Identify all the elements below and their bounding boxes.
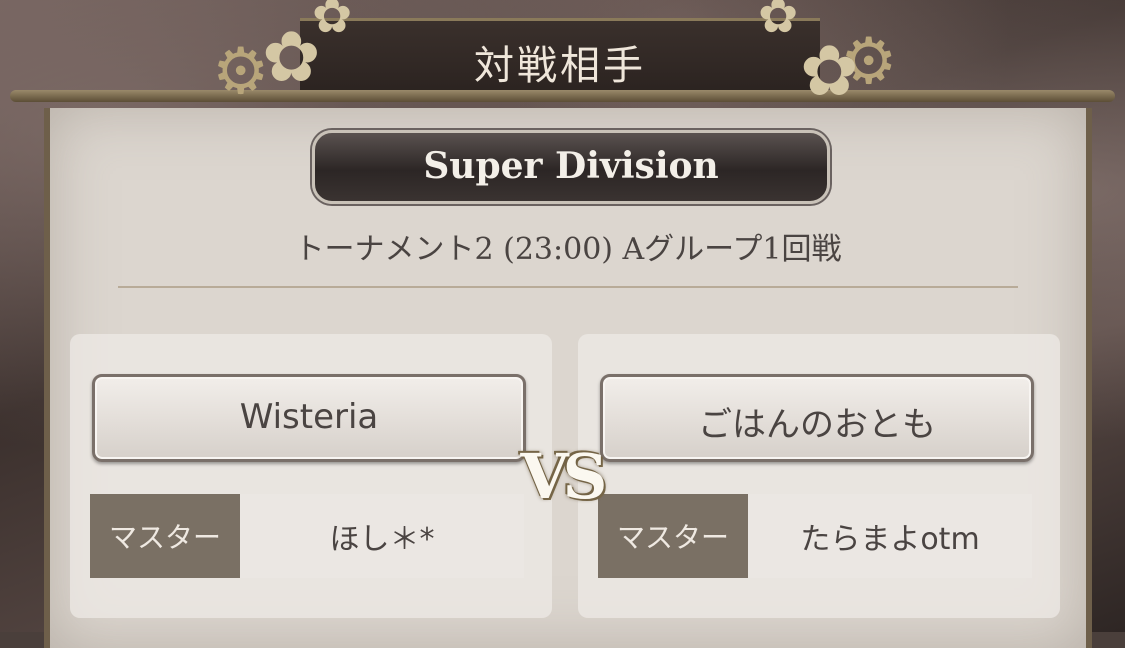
divider xyxy=(118,286,1018,288)
flower-ornament-icon: ✿ xyxy=(312,0,353,44)
left-master-row: マスター ほし＊* xyxy=(90,494,524,578)
match-subtitle: トーナメント2 (23:00) Aグループ1回戦 xyxy=(294,232,842,267)
left-team-button[interactable]: Wisteria xyxy=(92,374,526,462)
right-team-name: ごはんのおとも xyxy=(698,405,936,445)
left-team-card: Wisteria マスター ほし＊* xyxy=(70,334,552,618)
division-plate: Super Division xyxy=(312,130,830,204)
right-team-card: ごはんのおとも マスター たらまよotm xyxy=(578,334,1060,618)
right-master-name: たらまよotm xyxy=(800,522,980,557)
page-title: 対戦相手 xyxy=(474,43,646,89)
opponent-panel: Super Division トーナメント2 (23:00) Aグループ1回戦 … xyxy=(44,108,1092,648)
left-team-name: Wisteria xyxy=(239,397,379,437)
right-team-button[interactable]: ごはんのおとも xyxy=(600,374,1034,462)
right-master-row: マスター たらまよotm xyxy=(598,494,1032,578)
vs-emblem: VS xyxy=(520,440,608,513)
division-label: Super Division xyxy=(423,145,719,187)
right-master-label: マスター xyxy=(598,494,748,578)
left-master-name: ほし＊* xyxy=(329,522,435,557)
flower-ornament-icon: ✿ xyxy=(800,30,859,112)
header-rail xyxy=(10,90,1115,102)
flower-ornament-icon: ✿ xyxy=(758,0,799,44)
left-master-label: マスター xyxy=(90,494,240,578)
gear-icon: ⚙ xyxy=(212,35,270,109)
